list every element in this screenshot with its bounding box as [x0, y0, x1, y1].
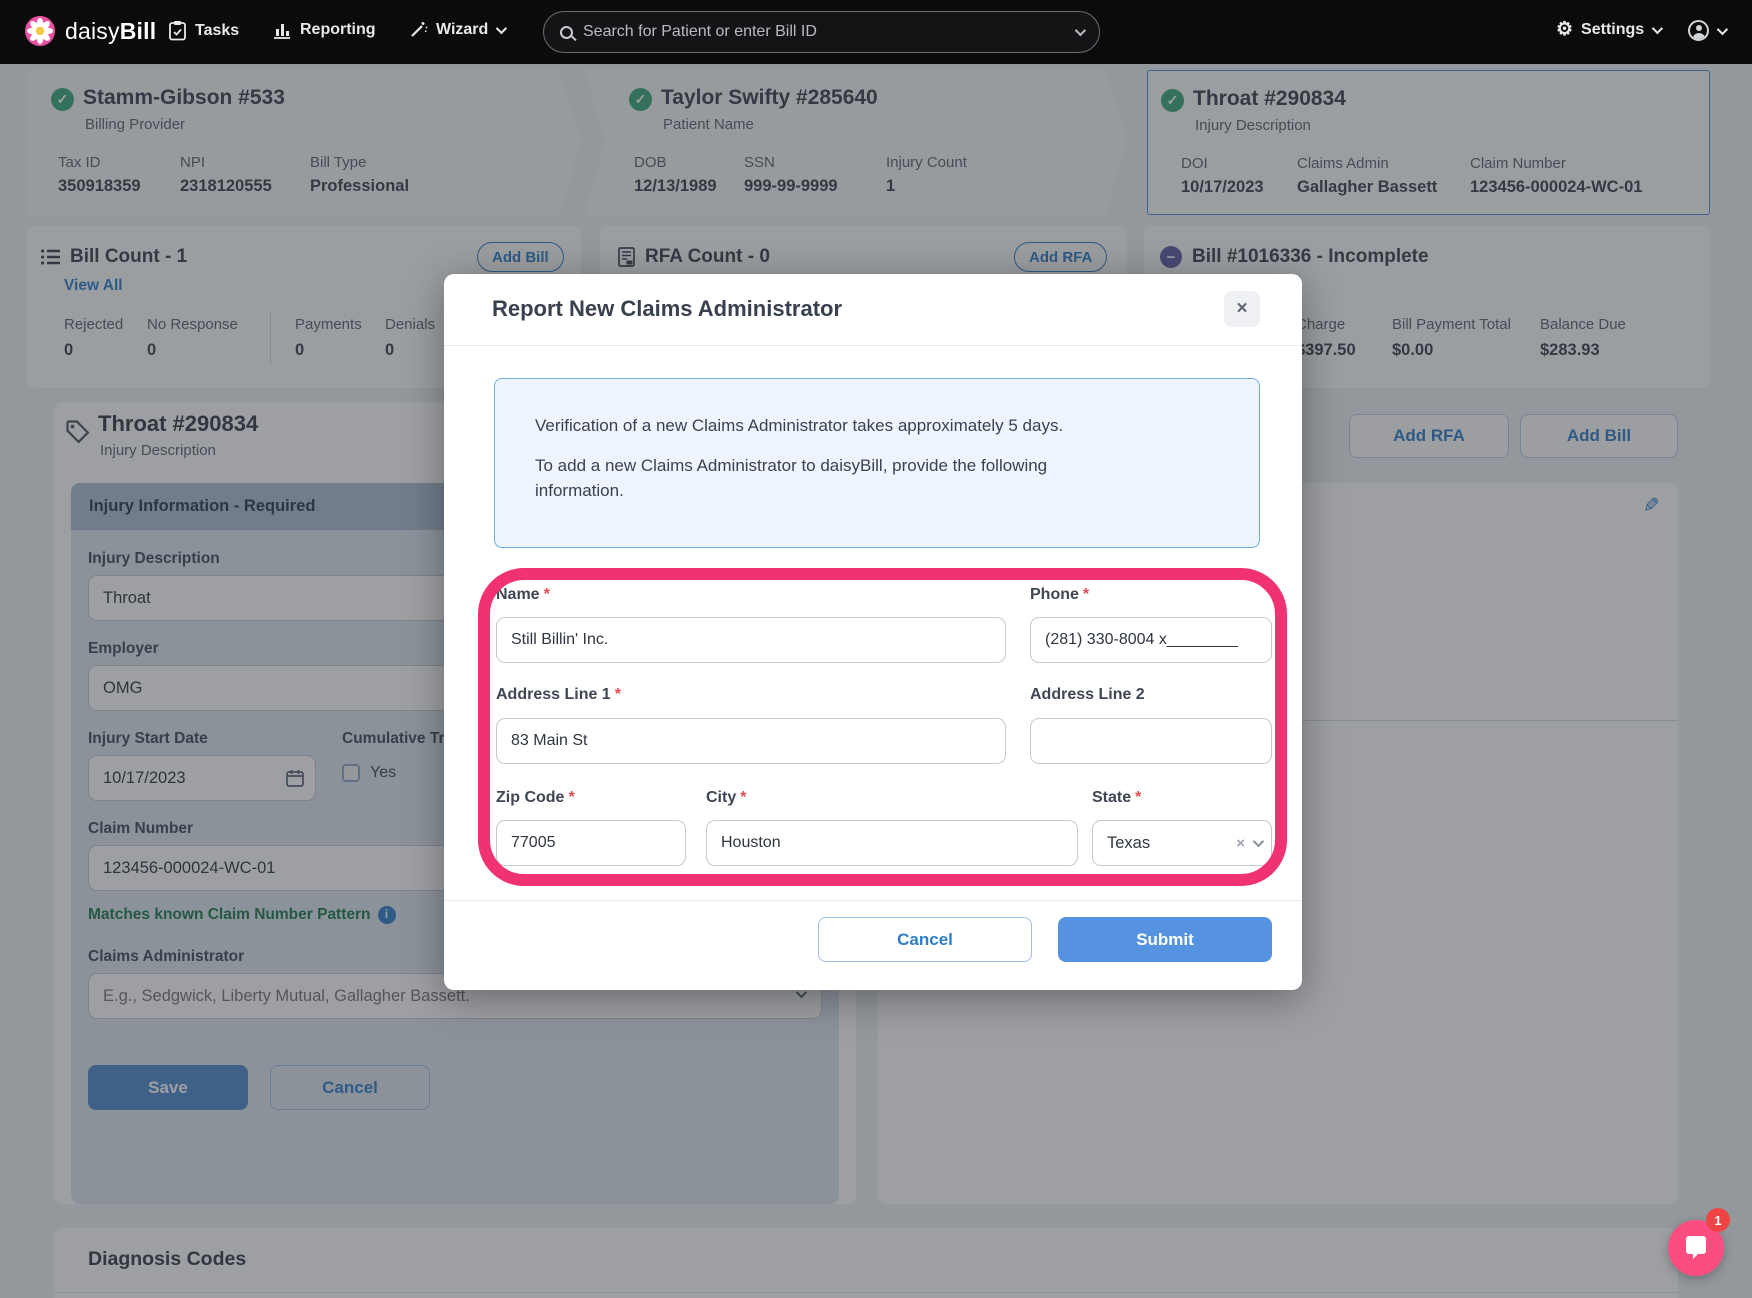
chevron-down-icon — [1652, 22, 1663, 33]
phone-label: Phone* — [1030, 586, 1089, 604]
nav-settings-label: Settings — [1581, 21, 1644, 39]
state-select[interactable]: Texas × — [1092, 820, 1272, 866]
nav-tasks-label: Tasks — [195, 22, 239, 40]
required-marker: * — [568, 789, 574, 807]
name-label: Name* — [496, 586, 550, 604]
chat-bubble-icon — [1683, 1235, 1709, 1261]
search-icon — [560, 26, 573, 39]
chevron-down-icon[interactable] — [1253, 836, 1264, 847]
required-marker: * — [1083, 586, 1089, 604]
search-input[interactable] — [583, 23, 1065, 41]
brand-name: daisyBill — [65, 18, 156, 45]
clear-icon[interactable]: × — [1236, 835, 1245, 852]
required-marker: * — [740, 789, 746, 807]
close-icon: × — [1236, 298, 1247, 320]
nav-wizard[interactable]: Wizard — [408, 20, 504, 40]
state-select-value: Texas — [1107, 834, 1228, 853]
nav-reporting-label: Reporting — [300, 21, 376, 39]
required-marker: * — [1135, 789, 1141, 807]
required-marker: * — [615, 686, 621, 704]
nav-settings[interactable]: ⚙ Settings — [1556, 20, 1660, 39]
city-label: City* — [706, 789, 746, 807]
user-icon — [1688, 20, 1709, 41]
info-line-2: To add a new Claims Administrator to dai… — [535, 453, 1135, 504]
clipboard-icon — [168, 20, 187, 41]
nav-tasks[interactable]: Tasks — [168, 20, 239, 41]
modal-cancel-button[interactable]: Cancel — [818, 917, 1032, 962]
nav-wizard-label: Wizard — [436, 21, 488, 39]
chat-unread-badge: 1 — [1706, 1208, 1730, 1232]
nav-reporting[interactable]: Reporting — [272, 20, 376, 40]
required-marker: * — [544, 586, 550, 604]
chevron-down-icon[interactable] — [1075, 25, 1086, 36]
zip-code-label: Zip Code* — [496, 789, 575, 807]
top-nav: daisyBill Tasks Reporting Wizard ⚙ — [0, 0, 1752, 64]
city-input[interactable] — [706, 820, 1078, 866]
brand[interactable]: daisyBill — [24, 15, 156, 47]
chevron-down-icon — [1717, 23, 1728, 34]
address-line-1-label: Address Line 1* — [496, 686, 621, 704]
name-input[interactable] — [496, 617, 1006, 663]
close-button[interactable]: × — [1224, 291, 1260, 327]
daisybill-logo-icon — [24, 15, 56, 47]
zip-code-input[interactable] — [496, 820, 686, 866]
address-line-2-input[interactable] — [1030, 718, 1272, 764]
modal-submit-button[interactable]: Submit — [1058, 917, 1272, 962]
chevron-down-icon — [496, 23, 507, 34]
wand-icon — [408, 20, 428, 40]
report-new-claims-administrator-modal: Report New Claims Administrator × Verifi… — [444, 274, 1302, 990]
info-banner: Verification of a new Claims Administrat… — [494, 378, 1260, 548]
gear-icon: ⚙ — [1556, 20, 1573, 39]
address-line-1-input[interactable] — [496, 718, 1006, 764]
bar-chart-icon — [272, 20, 292, 40]
phone-input[interactable] — [1030, 617, 1272, 663]
modal-title: Report New Claims Administrator — [492, 296, 842, 322]
info-line-1: Verification of a new Claims Administrat… — [535, 413, 1135, 439]
address-line-2-label: Address Line 2 — [1030, 686, 1145, 704]
divider — [444, 900, 1302, 901]
nav-account[interactable] — [1688, 20, 1725, 41]
divider — [444, 345, 1302, 346]
global-search[interactable] — [543, 11, 1100, 53]
state-label: State* — [1092, 789, 1141, 807]
